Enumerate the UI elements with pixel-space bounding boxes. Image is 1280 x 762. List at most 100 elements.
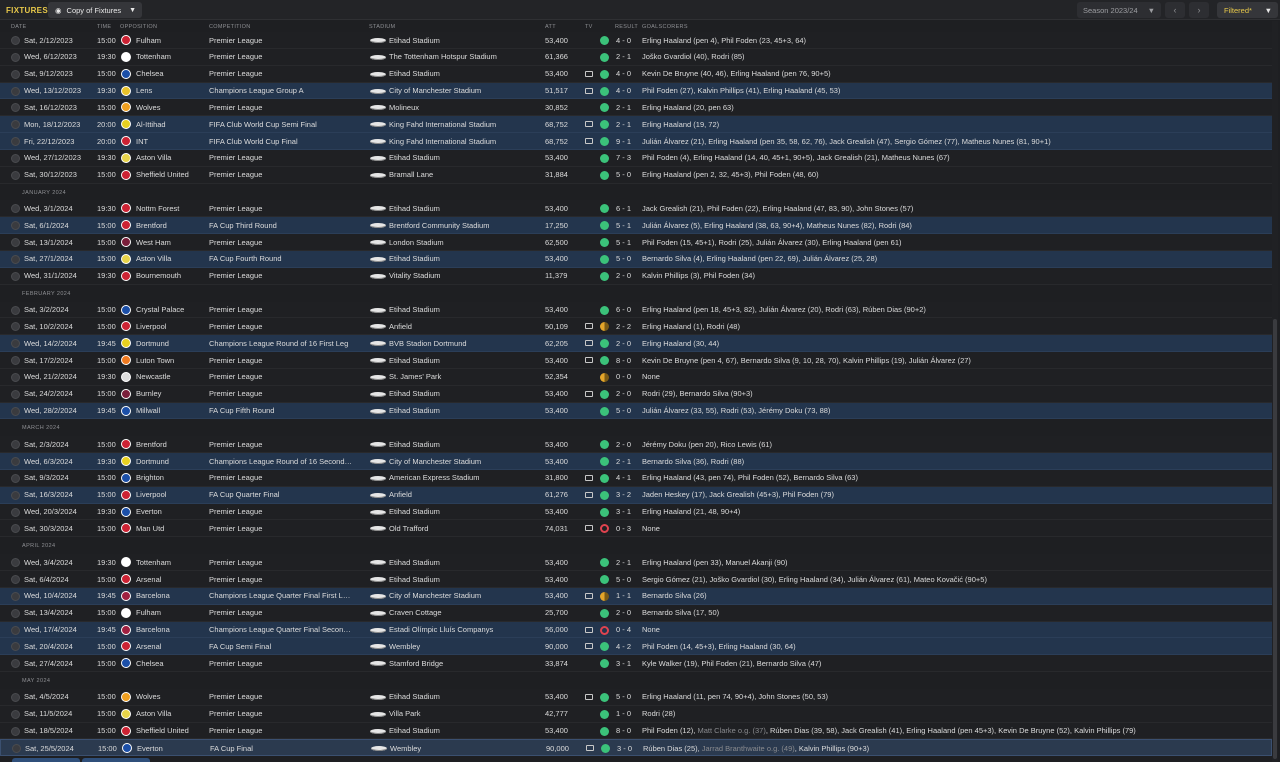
bottom-button[interactable] bbox=[82, 758, 150, 762]
row-select-radio[interactable] bbox=[11, 490, 20, 500]
stadium-name[interactable]: Villa Park bbox=[389, 709, 539, 718]
fixture-row[interactable]: Wed, 3/4/2024 19:30 Tottenham Premier Leagu… bbox=[0, 554, 1272, 571]
fixture-row[interactable]: Sat, 27/4/2024 15:00 Chelsea Premier League… bbox=[0, 655, 1272, 673]
competition-name[interactable]: FA Cup Third Round bbox=[209, 221, 367, 230]
opposition-name[interactable]: Bournemouth bbox=[136, 271, 208, 280]
column-header-time[interactable]: TIME bbox=[97, 24, 111, 30]
stadium-name[interactable]: The Tottenham Hotspur Stadium bbox=[389, 52, 539, 61]
fixture-row[interactable]: Sat, 27/1/2024 15:00 Aston Villa FA Cup Fou… bbox=[0, 250, 1272, 268]
opposition-name[interactable]: Burnley bbox=[136, 389, 208, 398]
opposition-name[interactable]: Barcelona bbox=[136, 591, 208, 600]
stadium-name[interactable]: Etihad Stadium bbox=[389, 69, 539, 78]
opposition-name[interactable]: Brentford bbox=[136, 440, 208, 449]
column-header-goalscorers[interactable]: GOALSCORERS bbox=[642, 24, 688, 30]
fixture-row[interactable]: Sat, 2/3/2024 15:00 Brentford Premier Leagu… bbox=[0, 436, 1272, 454]
opposition-name[interactable]: Crystal Palace bbox=[136, 305, 208, 314]
row-select-radio[interactable] bbox=[11, 659, 20, 669]
row-select-radio[interactable] bbox=[11, 339, 20, 349]
competition-name[interactable]: Premier League bbox=[209, 575, 367, 584]
competition-name[interactable]: Premier League bbox=[209, 170, 367, 179]
row-select-radio[interactable] bbox=[11, 86, 20, 96]
row-select-radio[interactable] bbox=[11, 389, 20, 399]
row-select-radio[interactable] bbox=[11, 642, 20, 652]
opposition-name[interactable]: Arsenal bbox=[136, 575, 208, 584]
fixture-row[interactable]: Wed, 27/12/2023 19:30 Aston Villa Premier L… bbox=[0, 149, 1272, 167]
fixture-row[interactable]: Wed, 20/3/2024 19:30 Everton Premier League… bbox=[0, 503, 1272, 521]
stadium-name[interactable]: Vitality Stadium bbox=[389, 271, 539, 280]
fixture-row[interactable]: Sat, 16/12/2023 15:00 Wolves Premier League… bbox=[0, 99, 1272, 117]
column-header-competition[interactable]: COMPETITION bbox=[209, 24, 251, 30]
fixture-row[interactable]: Sat, 13/1/2024 15:00 West Ham Premier Leagu… bbox=[0, 234, 1272, 251]
stadium-name[interactable]: Etihad Stadium bbox=[389, 36, 539, 45]
competition-name[interactable]: Champions League Quarter Final Secon… bbox=[209, 625, 367, 634]
stadium-name[interactable]: Etihad Stadium bbox=[389, 305, 539, 314]
row-select-radio[interactable] bbox=[11, 36, 20, 45]
fixture-row[interactable]: Sat, 30/12/2023 15:00 Sheffield United Prem… bbox=[0, 166, 1272, 184]
opposition-name[interactable]: Aston Villa bbox=[136, 709, 208, 718]
row-select-radio[interactable] bbox=[11, 221, 20, 231]
stadium-name[interactable]: Estadi Olímpic Lluís Companys bbox=[389, 625, 539, 634]
fixture-row[interactable]: Wed, 17/4/2024 19:45 Barcelona Champions Le… bbox=[0, 621, 1272, 639]
opposition-name[interactable]: Barcelona bbox=[136, 625, 208, 634]
row-select-radio[interactable] bbox=[11, 524, 20, 534]
opposition-name[interactable]: Liverpool bbox=[136, 322, 208, 331]
stadium-name[interactable]: St. James' Park bbox=[389, 372, 539, 381]
fixture-row[interactable]: Wed, 31/1/2024 19:30 Bournemouth Premier Le… bbox=[0, 267, 1272, 285]
column-header-result[interactable]: RESULT bbox=[615, 24, 638, 30]
row-select-radio[interactable] bbox=[12, 744, 21, 754]
row-select-radio[interactable] bbox=[11, 305, 20, 315]
opposition-name[interactable]: Liverpool bbox=[136, 490, 208, 499]
row-select-radio[interactable] bbox=[11, 558, 20, 568]
competition-name[interactable]: FA Cup Final bbox=[210, 744, 368, 753]
row-select-radio[interactable] bbox=[11, 170, 20, 180]
opposition-name[interactable]: Wolves bbox=[136, 103, 208, 112]
stadium-name[interactable]: Etihad Stadium bbox=[389, 254, 539, 263]
fixture-row[interactable]: Sat, 9/3/2024 15:00 Brighton Premier League… bbox=[0, 469, 1272, 487]
competition-name[interactable]: Premier League bbox=[209, 709, 367, 718]
column-header-stadium[interactable]: STADIUM bbox=[369, 24, 395, 30]
stadium-name[interactable]: American Express Stadium bbox=[389, 473, 539, 482]
stadium-name[interactable]: Etihad Stadium bbox=[389, 389, 539, 398]
competition-name[interactable]: Premier League bbox=[209, 440, 367, 449]
competition-name[interactable]: Premier League bbox=[209, 507, 367, 516]
competition-name[interactable]: Champions League Round of 16 Second… bbox=[209, 457, 367, 466]
row-select-radio[interactable] bbox=[11, 625, 20, 635]
opposition-name[interactable]: Man Utd bbox=[136, 524, 208, 533]
competition-name[interactable]: Premier League bbox=[209, 473, 367, 482]
stadium-name[interactable]: Etihad Stadium bbox=[389, 356, 539, 365]
opposition-name[interactable]: Dortmund bbox=[136, 339, 208, 348]
stadium-name[interactable]: City of Manchester Stadium bbox=[389, 457, 539, 466]
fixture-row[interactable]: Sat, 6/4/2024 15:00 Arsenal Premier League E… bbox=[0, 571, 1272, 588]
competition-name[interactable]: Premier League bbox=[209, 389, 367, 398]
stadium-name[interactable]: Etihad Stadium bbox=[389, 406, 539, 415]
next-button[interactable]: › bbox=[1189, 2, 1209, 18]
row-select-radio[interactable] bbox=[11, 473, 20, 483]
competition-name[interactable]: Premier League bbox=[209, 558, 367, 567]
competition-name[interactable]: Premier League bbox=[209, 356, 367, 365]
fixture-row[interactable]: Wed, 6/12/2023 19:30 Tottenham Premier Leag… bbox=[0, 48, 1272, 66]
competition-name[interactable]: Premier League bbox=[209, 52, 367, 61]
stadium-name[interactable]: Brentford Community Stadium bbox=[389, 221, 539, 230]
opposition-name[interactable]: Lens bbox=[136, 86, 208, 95]
stadium-name[interactable]: City of Manchester Stadium bbox=[389, 86, 539, 95]
column-header-date[interactable]: DATE bbox=[11, 24, 26, 30]
stadium-name[interactable]: Etihad Stadium bbox=[389, 440, 539, 449]
row-select-radio[interactable] bbox=[11, 591, 20, 601]
row-select-radio[interactable] bbox=[11, 271, 20, 281]
row-select-radio[interactable] bbox=[11, 709, 20, 719]
fixture-row[interactable]: Sat, 9/12/2023 15:00 Chelsea Premier League… bbox=[0, 65, 1272, 83]
stadium-name[interactable]: Etihad Stadium bbox=[389, 692, 539, 701]
competition-name[interactable]: Premier League bbox=[209, 524, 367, 533]
opposition-name[interactable]: Dortmund bbox=[136, 457, 208, 466]
fixture-row[interactable]: Wed, 21/2/2024 19:30 Newcastle Premier Leag… bbox=[0, 368, 1272, 386]
competition-name[interactable]: Premier League bbox=[209, 692, 367, 701]
stadium-name[interactable]: Old Trafford bbox=[389, 524, 539, 533]
fixture-row[interactable]: Sat, 24/2/2024 15:00 Burnley Premier League… bbox=[0, 385, 1272, 403]
fixture-row[interactable]: Mon, 18/12/2023 20:00 Al-Ittihad FIFA Club … bbox=[0, 116, 1272, 134]
fixture-row[interactable]: Wed, 28/2/2024 19:45 Millwall FA Cup Fifth … bbox=[0, 402, 1272, 420]
competition-name[interactable]: Champions League Group A bbox=[209, 86, 367, 95]
opposition-name[interactable]: Brighton bbox=[136, 473, 208, 482]
bottom-button[interactable] bbox=[12, 758, 80, 762]
row-select-radio[interactable] bbox=[11, 238, 20, 248]
fixture-row[interactable]: Wed, 10/4/2024 19:45 Barcelona Champions Le… bbox=[0, 587, 1272, 605]
